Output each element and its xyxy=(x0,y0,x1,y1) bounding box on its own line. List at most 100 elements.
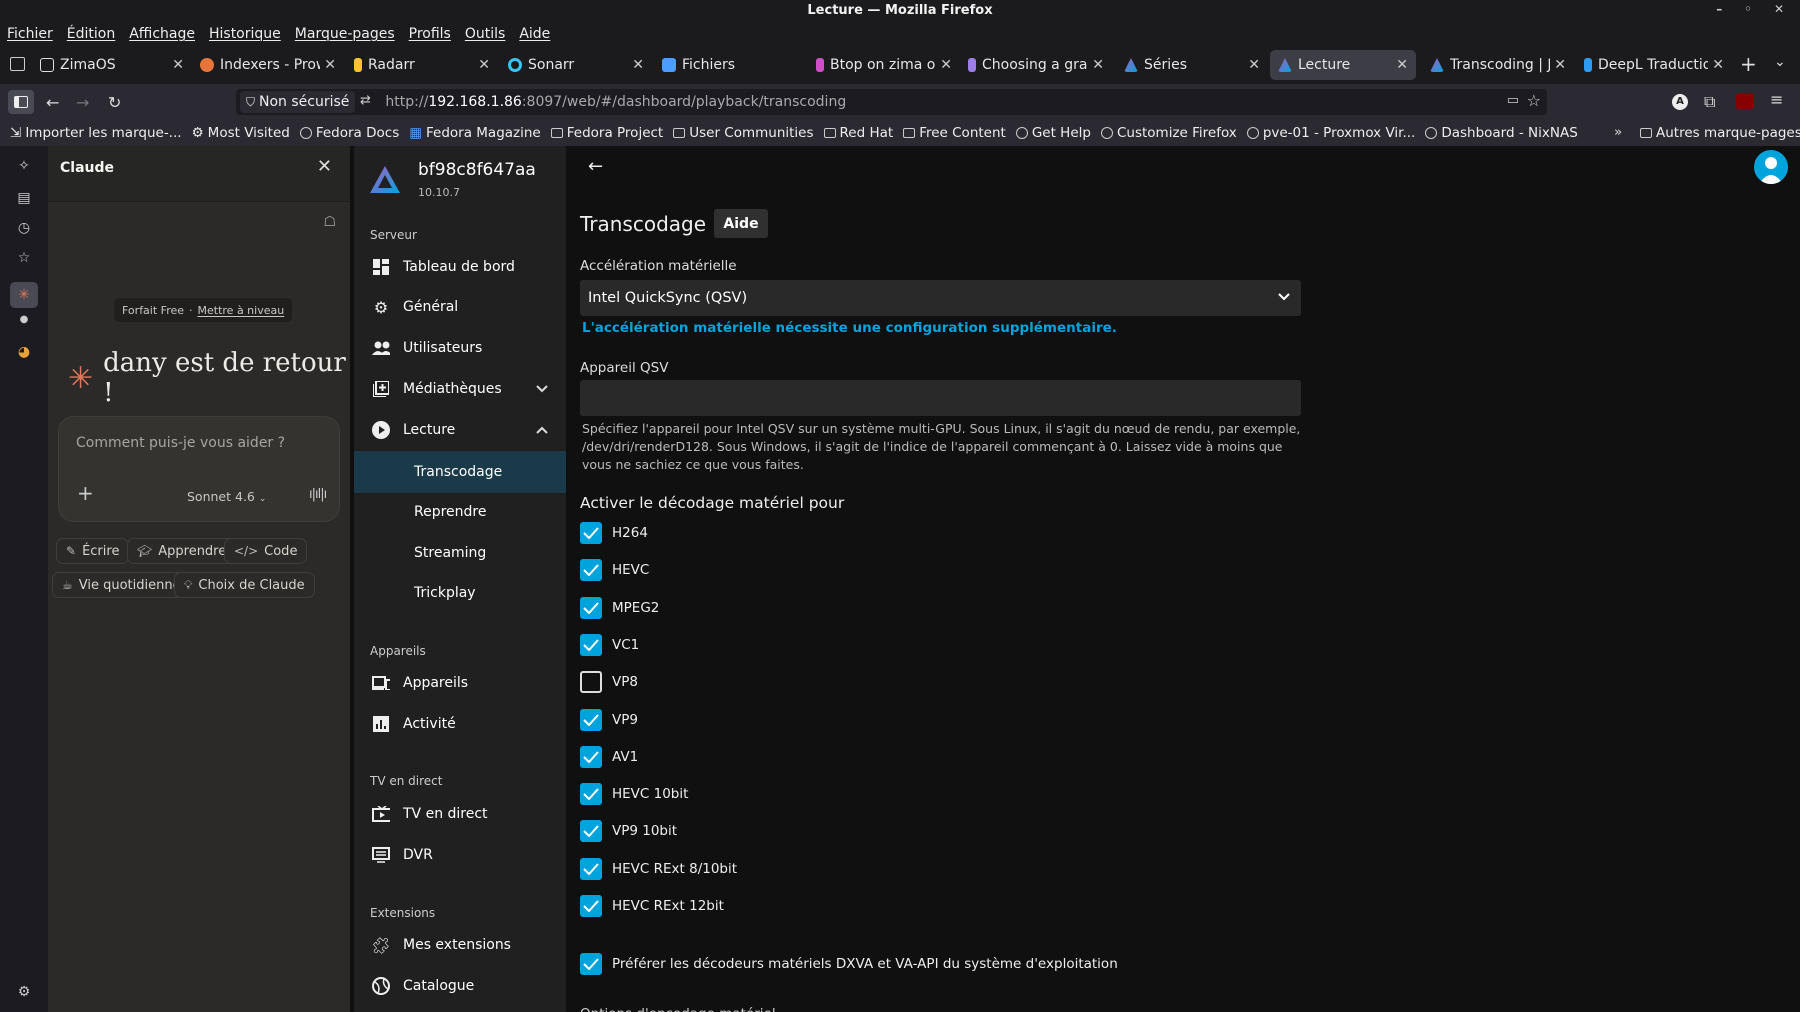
codec-checkbox-mpeg2[interactable]: MPEG2 xyxy=(580,597,659,619)
codec-checkbox-hevc-10bit[interactable]: HEVC 10bit xyxy=(580,783,688,805)
permissions-icon[interactable]: ⇄ xyxy=(360,93,371,108)
menu-outils[interactable]: Outils xyxy=(465,26,505,42)
nav-lecture[interactable]: Lecture xyxy=(354,411,566,449)
url-field[interactable]: ⛉ Non sécurisé ⇄ http://192.168.1.86:809… xyxy=(236,89,1547,115)
tab-close-icon[interactable]: ✕ xyxy=(1554,57,1566,73)
checkbox-checked-icon[interactable] xyxy=(580,634,602,656)
tab-radarr[interactable]: Radarr ✕ xyxy=(354,50,490,80)
nav-dvr[interactable]: DVR xyxy=(354,836,566,874)
bookmarks-icon[interactable]: ☆ xyxy=(15,250,33,268)
prompt-input[interactable]: Comment puis-je vous aider ? xyxy=(76,435,285,451)
bookmark-pve01[interactable]: pve-01 - Proxmox Vir... xyxy=(1246,125,1415,141)
menu-edition[interactable]: Édition xyxy=(67,26,115,42)
maximize-icon[interactable]: ◦ xyxy=(1744,2,1752,16)
codec-checkbox-vc1[interactable]: VC1 xyxy=(580,634,639,656)
bookmark-star-icon[interactable]: ☆ xyxy=(1527,91,1541,110)
codec-checkbox-vp9[interactable]: VP9 xyxy=(580,709,638,731)
tab-close-icon[interactable]: ✕ xyxy=(1712,57,1724,73)
nav-activite[interactable]: Activité xyxy=(354,705,566,743)
dot-icon[interactable]: ● xyxy=(15,314,33,332)
hw-accel-select[interactable]: Intel QuickSync (QSV) xyxy=(580,280,1301,316)
gemini-icon[interactable]: ◕ xyxy=(15,344,33,362)
nav-utilisateurs[interactable]: Utilisateurs xyxy=(354,329,566,367)
tab-close-icon[interactable]: ✕ xyxy=(172,57,184,73)
tab-close-icon[interactable]: ✕ xyxy=(1092,57,1104,73)
hw-accel-config-link[interactable]: L'accélération matérielle nécessite une … xyxy=(582,320,1117,336)
checkbox-checked-icon[interactable] xyxy=(580,559,602,581)
tab-zimaos[interactable]: ZimaOS ✕ xyxy=(40,50,184,80)
codec-checkbox-av1[interactable]: AV1 xyxy=(580,746,638,768)
checkbox-checked-icon[interactable] xyxy=(580,597,602,619)
codec-checkbox-hevc[interactable]: HEVC xyxy=(580,559,649,581)
codec-checkbox-h264[interactable]: H264 xyxy=(580,522,648,544)
tab-transcoding[interactable]: Transcoding | Je ✕ xyxy=(1430,50,1566,80)
add-attachment-icon[interactable]: + xyxy=(77,481,94,505)
checkbox-checked-icon[interactable] xyxy=(580,953,602,975)
checkbox-checked-icon[interactable] xyxy=(580,783,602,805)
menu-aide[interactable]: Aide xyxy=(519,26,550,42)
menu-profils[interactable]: Profils xyxy=(409,26,451,42)
bookmark-other-folder[interactable]: Autres marque-pages xyxy=(1640,125,1800,141)
checkbox-checked-icon[interactable] xyxy=(580,746,602,768)
ublock-icon[interactable] xyxy=(1736,93,1754,109)
codec-checkbox-hevc-rext-8-10bit[interactable]: HEVC RExt 8/10bit xyxy=(580,858,737,880)
incognito-ghost-icon[interactable]: ☖ xyxy=(323,214,336,230)
nav-reprendre[interactable]: Reprendre xyxy=(354,493,566,531)
account-icon[interactable]: A xyxy=(1672,94,1688,110)
new-tab-icon[interactable]: + xyxy=(1740,52,1757,76)
settings-gear-icon[interactable]: ⚙ xyxy=(15,984,33,1002)
tab-close-icon[interactable]: ✕ xyxy=(1248,57,1260,73)
nav-trickplay[interactable]: Trickplay xyxy=(354,574,566,612)
chip-ecrire[interactable]: ✎ Écrire xyxy=(56,538,130,564)
synced-tabs-icon[interactable]: ▤ xyxy=(15,190,33,208)
nav-streaming[interactable]: Streaming xyxy=(354,534,566,572)
bookmark-most-visited[interactable]: ⚙ Most Visited xyxy=(192,125,290,141)
forward-icon[interactable]: → xyxy=(76,93,89,112)
bookmark-fedora-magazine[interactable]: ▦ Fedora Magazine xyxy=(409,125,541,141)
tab-overview-icon[interactable] xyxy=(10,57,25,71)
tab-deepl[interactable]: DeepL Traductio ✕ xyxy=(1584,50,1724,80)
sidebar-toggle-button[interactable] xyxy=(8,90,34,114)
bookmark-get-help[interactable]: Get Help xyxy=(1015,125,1091,141)
tab-btop[interactable]: Btop on zima os ✕ xyxy=(816,50,952,80)
codec-checkbox-vp8[interactable]: VP8 xyxy=(580,671,638,693)
close-window-icon[interactable]: ✕ xyxy=(1774,2,1784,16)
bookmark-nixnas[interactable]: Dashboard - NixNAS xyxy=(1425,125,1578,141)
close-icon[interactable]: ✕ xyxy=(317,156,332,177)
nav-tableau-de-bord[interactable]: Tableau de bord xyxy=(354,248,566,286)
codec-checkbox-hevc-rext-12bit[interactable]: HEVC RExt 12bit xyxy=(580,895,724,917)
bookmark-user-communities[interactable]: User Communities xyxy=(673,125,814,141)
back-icon[interactable]: ← xyxy=(46,93,59,112)
history-icon[interactable]: ◷ xyxy=(15,220,33,238)
extensions-icon[interactable]: ⧉ xyxy=(1704,92,1715,112)
reader-view-icon[interactable]: ▭ xyxy=(1507,93,1519,108)
chip-apprendre[interactable]: 🎓︎ Apprendre xyxy=(127,538,237,564)
bookmarks-overflow-icon[interactable]: » xyxy=(1614,124,1622,140)
checkbox-checked-icon[interactable] xyxy=(580,522,602,544)
prompt-composer[interactable]: Comment puis-je vous aider ? + Sonnet 4.… xyxy=(58,416,340,522)
tab-series[interactable]: Séries ✕ xyxy=(1124,50,1260,80)
bookmark-fedora-docs[interactable]: Fedora Docs xyxy=(299,125,399,141)
chip-code[interactable]: </> Code xyxy=(224,538,308,564)
nav-mediatheques[interactable]: Médiathèques xyxy=(354,370,566,408)
menu-affichage[interactable]: Affichage xyxy=(129,26,195,42)
tab-prowlarr[interactable]: Indexers - Prowl ✕ xyxy=(200,50,336,80)
nav-mes-extensions[interactable]: 🧩︎ Mes extensions xyxy=(354,926,566,964)
codec-checkbox-vp9-10bit[interactable]: VP9 10bit xyxy=(580,820,677,842)
nav-tv-en-direct[interactable]: TV en direct xyxy=(354,795,566,833)
checkbox-checked-icon[interactable] xyxy=(580,858,602,880)
back-arrow-icon[interactable]: ← xyxy=(588,156,603,177)
tab-fichiers[interactable]: Fichiers xyxy=(662,50,798,80)
app-menu-icon[interactable]: ≡ xyxy=(1770,90,1783,109)
checkbox-unchecked-icon[interactable] xyxy=(580,671,602,693)
checkbox-checked-icon[interactable] xyxy=(580,709,602,731)
nav-transcodage[interactable]: Transcodage xyxy=(354,451,566,493)
help-button[interactable]: Aide xyxy=(714,209,768,238)
nav-appareils[interactable]: Appareils xyxy=(354,664,566,702)
bookmark-red-hat[interactable]: Red Hat xyxy=(823,125,893,141)
tab-choosing-graph[interactable]: Choosing a grap ✕ xyxy=(968,50,1104,80)
model-selector[interactable]: Sonnet 4.6 ⌄ xyxy=(187,489,266,504)
voice-wave-icon[interactable]: ı|ıl|ı xyxy=(309,487,327,502)
menu-historique[interactable]: Historique xyxy=(209,26,281,42)
tab-close-icon[interactable]: ✕ xyxy=(940,57,952,73)
